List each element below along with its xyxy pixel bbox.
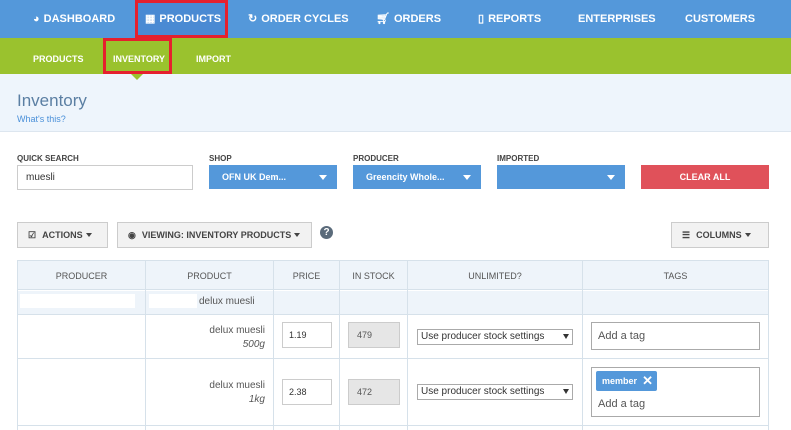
nav-reports-label: REPORTS: [488, 13, 542, 25]
nav-enterprises[interactable]: ENTERPRISES: [578, 0, 656, 38]
whats-this-link[interactable]: What's this?: [17, 114, 66, 124]
cart-icon: 🛒︎: [376, 13, 390, 25]
row2-price-input[interactable]: 2.38: [282, 379, 332, 405]
caret-down-icon: [294, 233, 301, 237]
producer-label: PRODUCER: [353, 154, 399, 163]
nav-order-cycles[interactable]: ↻ ORDER CYCLES: [248, 0, 349, 38]
header-price: PRICE: [274, 260, 339, 290]
product-name-redacted: [149, 294, 197, 308]
nav-enterprises-label: ENTERPRISES: [578, 13, 656, 25]
nav-orders-label: ORDERS: [393, 13, 442, 25]
header-producer: PRODUCER: [18, 260, 145, 290]
row2-unlimited-select[interactable]: Use producer stock settings: [417, 384, 573, 400]
viewing-label: VIEWING: INVENTORY PRODUCTS: [141, 230, 292, 240]
header-tags: TAGS: [583, 260, 768, 290]
columns-button[interactable]: ☰ COLUMNS: [671, 222, 769, 248]
row-divider: [17, 358, 769, 359]
row1-unlimited-value: Use producer stock settings: [421, 331, 545, 342]
nav-reports[interactable]: ▯ REPORTS: [478, 0, 541, 38]
col-divider: [339, 260, 340, 430]
subnav-products[interactable]: PRODUCTS: [33, 38, 84, 74]
header-product: PRODUCT: [146, 260, 273, 290]
columns-label: COLUMNS: [696, 230, 742, 240]
chevron-down-icon: [607, 175, 615, 180]
chevron-down-icon: [563, 334, 569, 339]
subnav-products-label: PRODUCTS: [33, 54, 84, 64]
eye-icon: ◉: [128, 230, 136, 240]
row-divider: [17, 314, 769, 315]
shop-select-value: OFN UK Dem...: [222, 172, 287, 182]
row2-product-name: delux muesli: [209, 380, 265, 391]
imported-select[interactable]: [497, 165, 625, 189]
shop-select[interactable]: OFN UK Dem...: [209, 165, 337, 189]
header-in-stock: IN STOCK: [340, 260, 407, 290]
producer-select[interactable]: Greencity Whole...: [353, 165, 481, 189]
subnav-import[interactable]: IMPORT: [196, 38, 231, 74]
file-icon: ▯: [478, 13, 485, 25]
top-nav: ◕ DASHBOARD ▦ PRODUCTS ↻ ORDER CYCLES 🛒︎ ORD…: [0, 0, 791, 38]
active-tab-caret: [131, 74, 143, 80]
header-unlimited: UNLIMITED?: [408, 260, 582, 290]
nav-orders[interactable]: 🛒︎ ORDERS: [376, 0, 441, 38]
viewing-button[interactable]: ◉ VIEWING: INVENTORY PRODUCTS: [117, 222, 312, 248]
row1-product-name: delux muesli: [209, 325, 265, 336]
producer-name-redacted: [20, 294, 135, 308]
subnav-import-label: IMPORT: [196, 54, 231, 64]
close-icon[interactable]: ✕: [642, 371, 653, 391]
chevron-down-icon: [319, 175, 327, 180]
row1-unlimited-select[interactable]: Use producer stock settings: [417, 329, 573, 345]
chevron-down-icon: [563, 389, 569, 394]
page-header: Inventory What's this?: [0, 74, 791, 132]
col-divider: [145, 260, 146, 430]
dashboard-icon: ◕: [33, 13, 40, 25]
nav-customers-label: CUSTOMERS: [685, 13, 756, 25]
nav-order-cycles-label: ORDER CYCLES: [261, 13, 349, 25]
page-title: Inventory: [17, 91, 87, 110]
refresh-icon: ↻: [248, 13, 258, 25]
checkbox-icon: ☑: [28, 230, 37, 240]
highlight-products: [135, 0, 228, 38]
row2-tag-input[interactable]: member ✕ Add a tag: [591, 367, 760, 417]
chevron-down-icon: [463, 175, 471, 180]
row2-unlimited-value: Use producer stock settings: [421, 386, 545, 397]
row1-tag-placeholder: Add a tag: [598, 330, 646, 342]
list-icon: ☰: [682, 230, 691, 240]
actions-button[interactable]: ☑ ACTIONS: [17, 222, 108, 248]
producer-select-value: Greencity Whole...: [366, 172, 445, 182]
shop-label: SHOP: [209, 154, 232, 163]
nav-customers[interactable]: CUSTOMERS: [685, 0, 755, 38]
nav-dashboard[interactable]: ◕ DASHBOARD: [33, 0, 115, 38]
imported-label: IMPORTED: [497, 154, 540, 163]
clear-all-button[interactable]: CLEAR ALL: [641, 165, 769, 189]
row1-price-input[interactable]: 1.19: [282, 322, 332, 348]
row1-stock-input[interactable]: 479: [348, 322, 400, 348]
tag-chip-label: member: [602, 376, 638, 386]
tag-chip-member[interactable]: member ✕: [596, 371, 658, 391]
col-divider: [407, 260, 408, 430]
help-icon[interactable]: ?: [320, 226, 333, 239]
row2-variant: 1kg: [248, 394, 265, 405]
group-product-name: delux muesli: [199, 296, 255, 307]
actions-label: ACTIONS: [42, 230, 83, 240]
row-divider: [17, 425, 769, 426]
row1-tag-input[interactable]: Add a tag: [591, 322, 760, 350]
highlight-inventory: [103, 38, 172, 74]
caret-down-icon: [85, 233, 92, 237]
nav-dashboard-label: DASHBOARD: [43, 13, 116, 25]
row1-variant: 500g: [242, 339, 265, 350]
col-divider: [273, 260, 274, 430]
quick-search-input[interactable]: muesli: [17, 165, 193, 190]
row2-tag-placeholder: Add a tag: [598, 398, 646, 410]
quick-search-label: QUICK SEARCH: [17, 154, 79, 163]
caret-down-icon: [744, 233, 751, 237]
col-divider: [582, 260, 583, 430]
row2-stock-input[interactable]: 472: [348, 379, 400, 405]
